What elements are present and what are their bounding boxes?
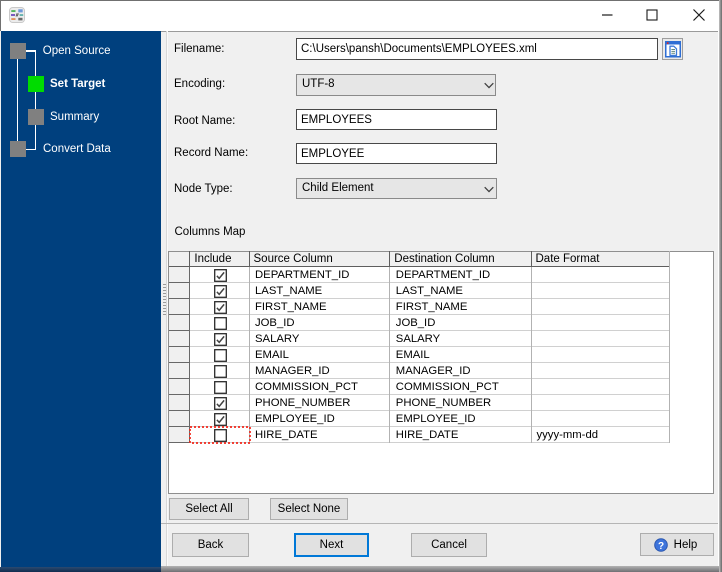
svg-text:?: ? <box>658 540 664 551</box>
